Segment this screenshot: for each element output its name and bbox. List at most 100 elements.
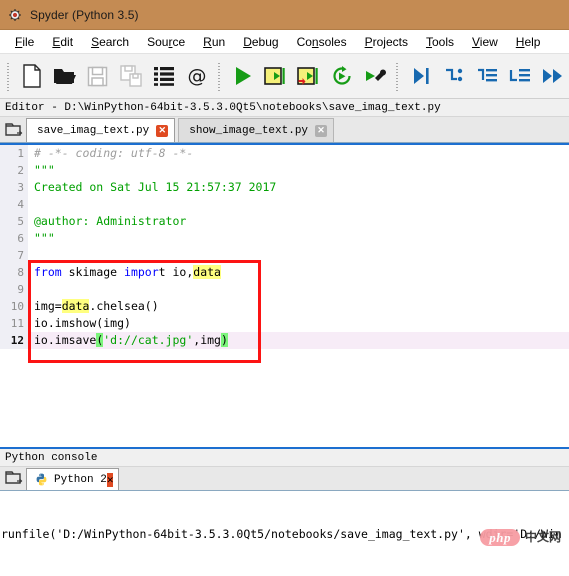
line-number: 3 bbox=[0, 179, 28, 196]
editor-tab-label: save_imag_text.py bbox=[37, 124, 150, 137]
line-content: io.imsave('d://cat.jpg',img) bbox=[28, 332, 569, 349]
svg-text:@: @ bbox=[187, 65, 206, 87]
editor-pane-title: Editor - D:\WinPython-64bit-3.5.3.0Qt5\n… bbox=[0, 99, 569, 117]
run-cell-advance-icon[interactable] bbox=[292, 58, 325, 94]
editor-tab-save-imag-text[interactable]: save_imag_text.py ✕ bbox=[26, 118, 176, 142]
file-list-icon[interactable] bbox=[147, 58, 180, 94]
menu-edit[interactable]: Edit bbox=[43, 33, 82, 51]
new-file-icon[interactable] bbox=[15, 58, 48, 94]
line-content: Created on Sat Jul 15 21:57:37 2017 bbox=[28, 179, 569, 196]
docstring-token: """ bbox=[34, 163, 55, 177]
code-line: 11 io.imshow(img) bbox=[0, 315, 569, 332]
highlight-yellow-token: data bbox=[61, 299, 90, 313]
line-number: 8 bbox=[0, 264, 28, 281]
code-lines: 1 # -*- coding: utf-8 -*- 2 """ 3 Create… bbox=[0, 145, 569, 349]
at-sign-icon[interactable]: @ bbox=[180, 58, 213, 94]
run-icon[interactable] bbox=[226, 58, 259, 94]
debug-icon[interactable] bbox=[404, 58, 437, 94]
menu-tools[interactable]: Tools bbox=[417, 33, 463, 51]
code-line-current: 12 io.imsave('d://cat.jpg',img) bbox=[0, 332, 569, 349]
watermark: php 中文网 bbox=[480, 529, 561, 546]
save-file-icon[interactable] bbox=[81, 58, 114, 94]
code-line: 1 # -*- coding: utf-8 -*- bbox=[0, 145, 569, 162]
menu-source[interactable]: Source bbox=[138, 33, 194, 51]
docstring-token: @author: Administrator bbox=[34, 214, 187, 228]
code-line: 8 from skimage import io,data bbox=[0, 264, 569, 281]
watermark-badge: php bbox=[480, 529, 520, 546]
menu-help[interactable]: Help bbox=[507, 33, 550, 51]
code-line: 9 bbox=[0, 281, 569, 298]
open-file-icon[interactable] bbox=[48, 58, 81, 94]
console-tab-bar: Python 2 ✕ bbox=[0, 467, 569, 491]
line-number: 7 bbox=[0, 247, 28, 264]
close-icon[interactable]: ✕ bbox=[315, 124, 328, 137]
line-content: """ bbox=[28, 162, 569, 179]
console-output[interactable]: runfile('D:/WinPython-64bit-3.5.3.0Qt5/n… bbox=[0, 491, 569, 576]
code-line: 3 Created on Sat Jul 15 21:57:37 2017 bbox=[0, 179, 569, 196]
window-title: Spyder (Python 3.5) bbox=[30, 7, 139, 22]
plain-token: img= bbox=[34, 299, 62, 313]
plain-token: ,img bbox=[193, 333, 221, 347]
rerun-icon[interactable] bbox=[325, 58, 358, 94]
code-line: 5 @author: Administrator bbox=[0, 213, 569, 230]
run-cell-icon[interactable] bbox=[259, 58, 292, 94]
editor-tab-bar: save_imag_text.py ✕ show_image_text.py ✕ bbox=[0, 117, 569, 143]
editor-tab-show-image-text[interactable]: show_image_text.py ✕ bbox=[178, 118, 335, 142]
code-line: 10 img=data.chelsea() bbox=[0, 298, 569, 315]
python-logo-icon bbox=[35, 473, 48, 486]
toolbar-grip-3[interactable] bbox=[394, 61, 401, 91]
continue-icon[interactable] bbox=[536, 58, 569, 94]
browse-tabs-icon[interactable] bbox=[2, 118, 26, 142]
step-over-icon[interactable] bbox=[437, 58, 470, 94]
code-line: 4 bbox=[0, 196, 569, 213]
line-number: 6 bbox=[0, 230, 28, 247]
line-content: # -*- coding: utf-8 -*- bbox=[28, 145, 569, 162]
highlight-yellow-token: data bbox=[193, 265, 221, 279]
main-toolbar: @ bbox=[0, 54, 569, 99]
step-into-icon[interactable] bbox=[470, 58, 503, 94]
line-number: 11 bbox=[0, 315, 28, 332]
step-return-icon[interactable] bbox=[503, 58, 536, 94]
line-content: img=data.chelsea() bbox=[28, 298, 569, 315]
menu-consoles[interactable]: Consoles bbox=[288, 33, 356, 51]
save-all-icon[interactable] bbox=[114, 58, 147, 94]
menu-file[interactable]: File bbox=[6, 33, 43, 51]
plain-token: t io, bbox=[158, 265, 194, 279]
close-icon[interactable]: ✕ bbox=[106, 472, 114, 487]
close-icon[interactable]: ✕ bbox=[156, 124, 169, 137]
browse-tabs-icon[interactable] bbox=[2, 466, 26, 490]
line-number: 9 bbox=[0, 281, 28, 298]
line-number: 10 bbox=[0, 298, 28, 315]
line-content: """ bbox=[28, 230, 569, 247]
docstring-token: Created on Sat Jul 15 21:57:37 2017 bbox=[34, 180, 277, 194]
line-content bbox=[28, 281, 569, 298]
menu-search[interactable]: Search bbox=[82, 33, 138, 51]
line-content: from skimage import io,data bbox=[28, 264, 569, 281]
line-number: 2 bbox=[0, 162, 28, 179]
plain-token: skimage bbox=[61, 265, 118, 279]
console-tab-python2[interactable]: Python 2 ✕ bbox=[26, 468, 120, 490]
code-editor[interactable]: 1 # -*- coding: utf-8 -*- 2 """ 3 Create… bbox=[0, 143, 569, 449]
menu-view[interactable]: View bbox=[463, 33, 507, 51]
code-line: 2 """ bbox=[0, 162, 569, 179]
toolbar-grip-2[interactable] bbox=[216, 61, 223, 91]
line-content: io.imshow(img) bbox=[34, 316, 131, 330]
code-line: 7 bbox=[0, 247, 569, 264]
spyder-window: Spyder (Python 3.5) File Edit Search Sou… bbox=[0, 0, 569, 576]
toolbar-grip[interactable] bbox=[5, 61, 12, 91]
kw-token: from bbox=[34, 265, 62, 279]
configure-run-icon[interactable] bbox=[358, 58, 391, 94]
menu-projects[interactable]: Projects bbox=[356, 33, 417, 51]
line-content bbox=[28, 247, 569, 264]
string-token: 'd://cat.jpg' bbox=[103, 333, 194, 347]
spyder-icon bbox=[8, 8, 22, 22]
watermark-text: 中文网 bbox=[524, 530, 561, 544]
comment-token: # -*- coding: utf-8 -*- bbox=[34, 146, 194, 160]
kw-token: impor bbox=[117, 265, 159, 279]
menu-debug[interactable]: Debug bbox=[234, 33, 287, 51]
menu-bar: File Edit Search Source Run Debug Consol… bbox=[0, 30, 569, 54]
line-number: 1 bbox=[0, 145, 28, 162]
console-tab-label: Python 2 bbox=[54, 473, 107, 486]
editor-tab-label: show_image_text.py bbox=[189, 124, 309, 137]
menu-run[interactable]: Run bbox=[194, 33, 234, 51]
